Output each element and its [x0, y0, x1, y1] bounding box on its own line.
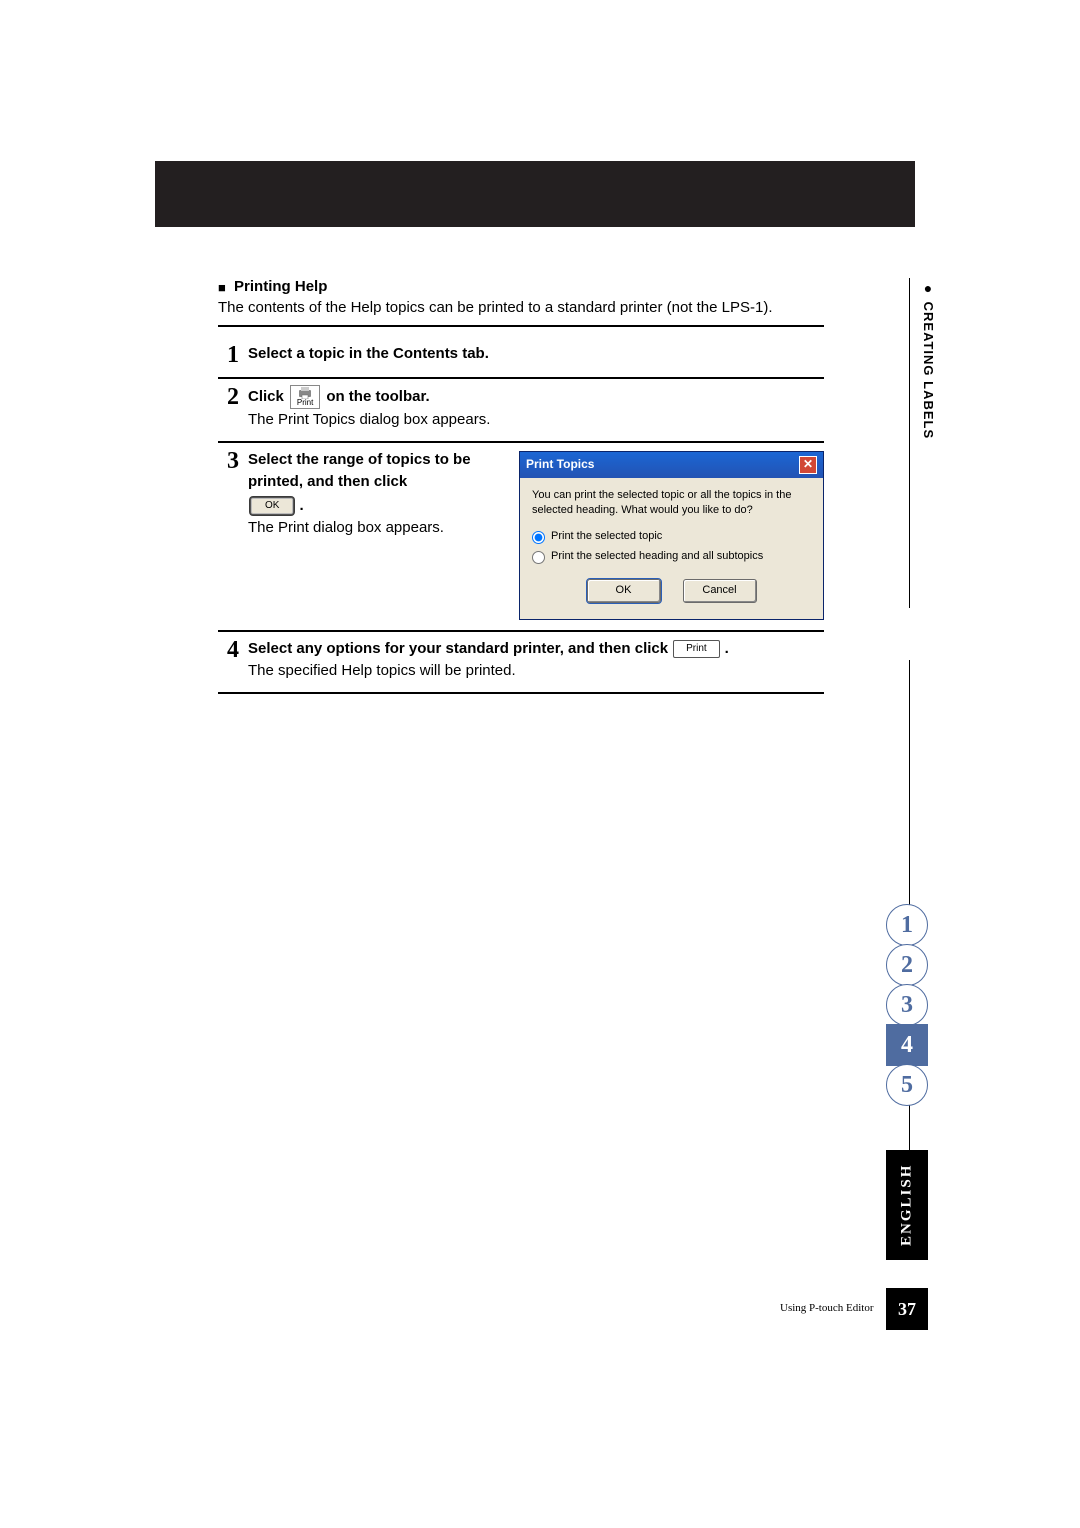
step-number: 1 — [218, 343, 248, 367]
top-header-band — [155, 161, 915, 227]
step-2: 2 Click Print on the toolbar. The Print … — [218, 379, 824, 443]
page-content: ■ Printing Help The contents of the Help… — [218, 278, 824, 694]
radio-selected-topic[interactable] — [532, 531, 545, 544]
close-icon[interactable]: ✕ — [799, 456, 817, 474]
step-2-result: The Print Topics dialog box appears. — [248, 409, 824, 431]
ok-button-inline[interactable]: OK — [250, 497, 294, 516]
dialog-body-text: You can print the selected topic or all … — [532, 488, 811, 518]
radio-heading-subtopics[interactable] — [532, 551, 545, 564]
side-caption-text: CREATING LABELS — [921, 302, 936, 440]
side-rule — [909, 278, 910, 608]
step-3-result: The Print dialog box appears. — [248, 517, 501, 539]
print-button-inline[interactable]: Print — [673, 640, 720, 659]
section-title-text: Printing Help — [234, 278, 327, 295]
section-title: ■ Printing Help — [218, 278, 824, 295]
page-tab-2[interactable]: 2 — [886, 944, 928, 986]
step-4-lead: Select any options for your standard pri… — [248, 638, 668, 660]
language-box: ENGLISH — [886, 1150, 928, 1260]
step-2-lead: Click — [248, 386, 284, 408]
step-1: 1 Select a topic in the Contents tab. — [218, 337, 824, 379]
dialog-option-2[interactable]: Print the selected heading and all subto… — [532, 547, 811, 567]
dialog-option-1-label: Print the selected topic — [551, 529, 662, 545]
step-number: 2 — [218, 385, 248, 409]
print-icon-label: Print — [297, 399, 313, 407]
dialog-option-1[interactable]: Print the selected topic — [532, 527, 811, 547]
dialog-cancel-button[interactable]: Cancel — [683, 579, 757, 603]
step-3-lead: Select the range of topics to be printed… — [248, 449, 501, 493]
step-number: 3 — [218, 449, 248, 473]
page-tab-4[interactable]: 4 — [886, 1024, 928, 1066]
section-intro: The contents of the Help topics can be p… — [218, 299, 824, 327]
step-4: 4 Select any options for your standard p… — [218, 632, 824, 694]
page-tab-3[interactable]: 3 — [886, 984, 928, 1026]
page-tabs: 1 2 3 4 5 — [886, 905, 928, 1105]
step-1-text: Select a topic in the Contents tab. — [248, 345, 489, 362]
page-tab-5[interactable]: 5 — [886, 1064, 928, 1106]
footer-text: Using P-touch Editor — [780, 1302, 874, 1314]
page-number: 37 — [886, 1288, 928, 1330]
step-number: 4 — [218, 638, 248, 662]
page-tab-1[interactable]: 1 — [886, 904, 928, 946]
step-3: 3 Select the range of topics to be print… — [218, 443, 824, 633]
print-topics-dialog: Print Topics ✕ You can print the selecte… — [519, 451, 824, 621]
dialog-option-2-label: Print the selected heading and all subto… — [551, 549, 763, 565]
print-toolbar-icon[interactable]: Print — [290, 385, 320, 409]
dialog-title-text: Print Topics — [526, 456, 594, 473]
step-2-trail: on the toolbar. — [326, 386, 429, 408]
step-4-period: . — [725, 638, 729, 660]
dialog-titlebar: Print Topics ✕ — [520, 452, 823, 478]
side-caption: ● CREATING LABELS — [920, 280, 936, 439]
dialog-ok-button[interactable]: OK — [587, 579, 661, 603]
step-3-period: . — [299, 495, 303, 517]
step-4-result: The specified Help topics will be printe… — [248, 660, 824, 682]
